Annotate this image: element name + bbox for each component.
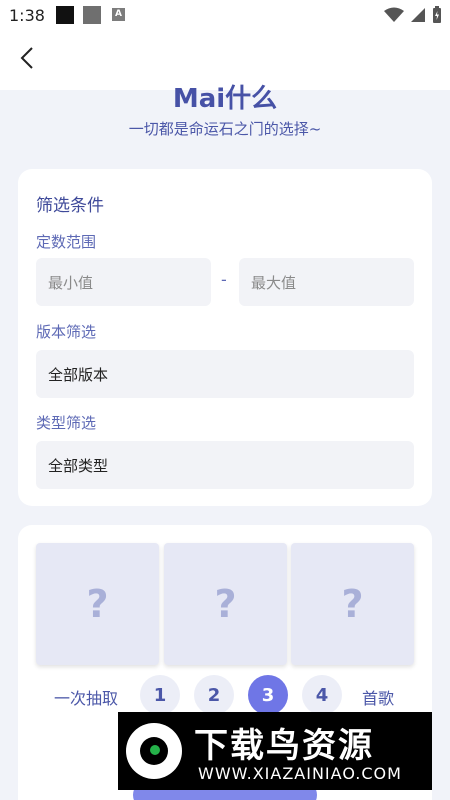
song-slot: ? <box>36 543 159 665</box>
count-option-1[interactable]: 1 <box>140 675 180 715</box>
draw-count-row: 一次抽取 1 2 3 4 首歌 <box>18 675 432 717</box>
count-option-3[interactable]: 3 <box>248 675 288 715</box>
notification-icon <box>83 6 101 24</box>
wifi-icon <box>384 7 404 22</box>
watermark-text: 下载鸟资源 <box>194 726 374 766</box>
type-label: 类型筛选 <box>36 414 97 432</box>
chevron-left-icon <box>20 47 33 69</box>
version-label: 版本筛选 <box>36 323 97 341</box>
count-option-4[interactable]: 4 <box>302 675 342 715</box>
song-slot: ? <box>164 543 287 665</box>
page-title: Mai什么 <box>172 84 278 114</box>
song-slot: ? <box>291 543 414 665</box>
status-time: 1:38 <box>9 6 45 25</box>
filter-card: 筛选条件 定数范围 最小值 - 最大值 版本筛选 全部版本 类型筛选 全部类型 <box>18 169 432 506</box>
version-select[interactable]: 全部版本 <box>36 350 414 398</box>
signal-icon <box>411 8 425 22</box>
battery-icon <box>433 6 441 23</box>
min-value-input[interactable]: 最小值 <box>36 258 211 306</box>
watermark-url: WWW.XIAZAINIAO.COM <box>198 764 402 783</box>
status-bar: 1:38 A <box>0 0 450 30</box>
back-button[interactable] <box>14 44 42 72</box>
filter-section-title: 筛选条件 <box>36 196 104 216</box>
max-value-input[interactable]: 最大值 <box>239 258 414 306</box>
bird-logo-icon <box>126 723 182 779</box>
notification-icon <box>56 6 74 24</box>
watermark-banner: 下载鸟资源 WWW.XIAZAINIAO.COM <box>118 712 432 790</box>
type-select[interactable]: 全部类型 <box>36 441 414 489</box>
draw-once-label: 一次抽取 <box>54 689 119 708</box>
songs-label: 首歌 <box>362 689 395 708</box>
count-option-2[interactable]: 2 <box>194 675 234 715</box>
range-label: 定数范围 <box>36 233 97 251</box>
range-separator: - <box>221 270 227 289</box>
page-subtitle: 一切都是命运石之门的选择~ <box>128 120 322 138</box>
app-notification-icon: A <box>112 8 125 21</box>
